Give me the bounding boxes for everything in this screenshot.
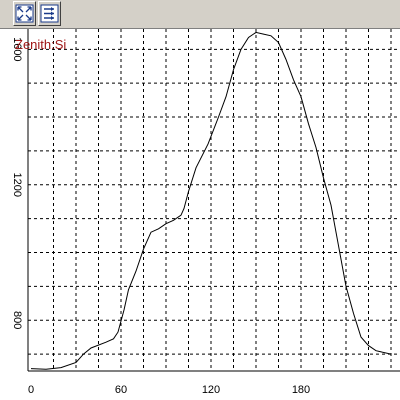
- x-tick-labels: 0 60 120 180: [28, 384, 310, 396]
- x-tick-label: 60: [115, 384, 127, 396]
- x-tick-label: 180: [292, 384, 310, 396]
- x-tick-label: 0: [28, 384, 34, 396]
- axes: [27, 29, 400, 372]
- plot-area: 0 60 120 180 800 1200 1600 Zenith:Si: [0, 29, 400, 400]
- x-tick-label: 120: [202, 384, 220, 396]
- series-label: Zenith:Si: [15, 37, 66, 52]
- options-list-button[interactable]: [38, 1, 61, 26]
- y-tick-labels: 80012001600: [11, 37, 23, 329]
- fit-view-button[interactable]: [13, 1, 36, 26]
- line-chart: 0 60 120 180 80012001600 Zenith:Si: [11, 29, 400, 396]
- y-tick-label: 800: [11, 311, 23, 329]
- y-tick-label: 1200: [11, 173, 23, 197]
- fit-view-icon: [15, 4, 34, 23]
- grid-lines: [28, 29, 400, 371]
- chart-toolbar: [0, 0, 400, 29]
- options-list-icon: [40, 4, 59, 23]
